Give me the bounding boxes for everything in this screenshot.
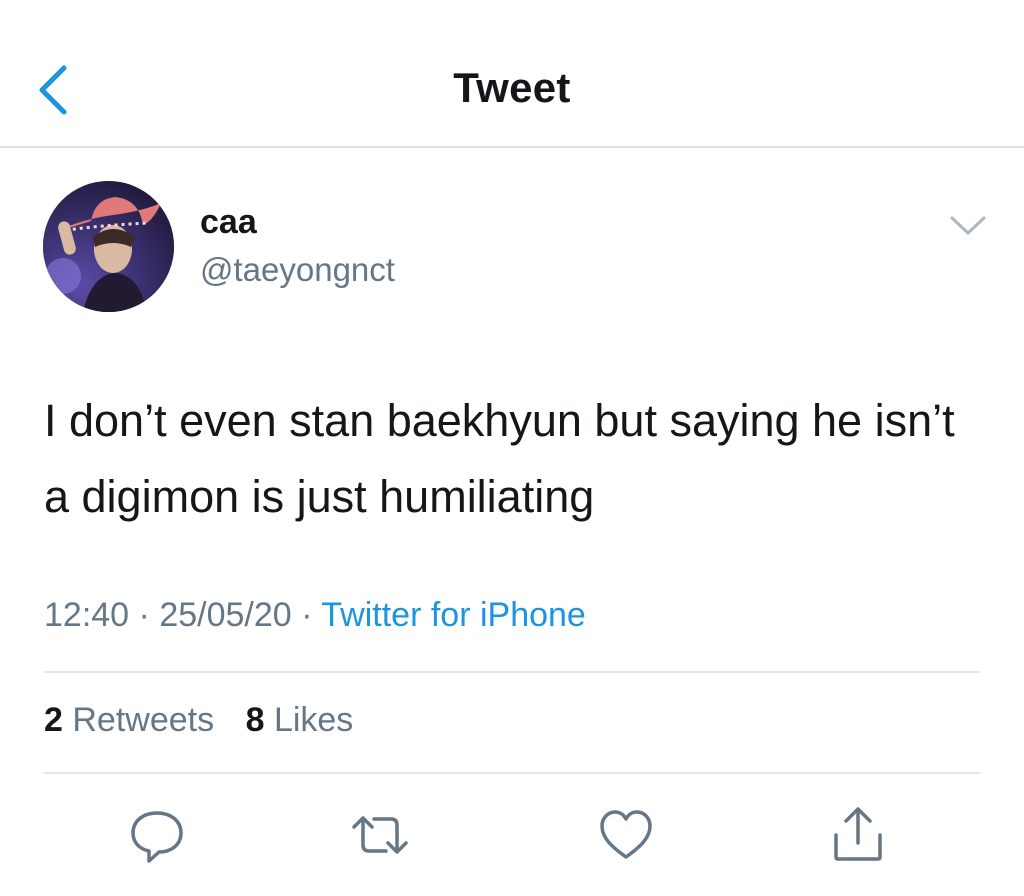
likes-label: Likes <box>273 701 354 739</box>
retweets-count: 2 <box>44 701 63 739</box>
tweet-time: 12:40 <box>44 596 130 634</box>
author-handle[interactable]: @taeyongnct <box>200 251 395 289</box>
tweet-meta: 12:40 · 25/05/20 · Twitter for iPhone <box>44 596 586 635</box>
likes-count: 8 <box>245 701 265 739</box>
share-icon[interactable] <box>828 805 888 865</box>
page-title: Tweet <box>453 64 571 111</box>
retweets-label: Retweets <box>72 701 215 739</box>
divider <box>44 671 980 673</box>
meta-separator: · <box>129 596 160 634</box>
header-bar: Tweet <box>0 0 1024 148</box>
retweet-icon[interactable] <box>350 805 410 865</box>
meta-separator: · <box>291 596 322 634</box>
tweet-text: I don’t even stan baekhyun but saying he… <box>44 395 955 522</box>
avatar[interactable] <box>43 181 174 312</box>
tweet-source-link[interactable]: Twitter for iPhone <box>321 596 586 634</box>
reply-icon[interactable] <box>127 805 187 865</box>
retweets-stat[interactable]: 2 Retweets <box>44 701 214 739</box>
likes-stat[interactable]: 8 Likes <box>246 701 354 739</box>
author-name[interactable]: caa <box>200 203 257 242</box>
tweet-date: 25/05/20 <box>159 596 292 634</box>
like-icon[interactable] <box>596 805 656 865</box>
tweet-stats: 2 Retweets 8 Likes <box>44 701 375 740</box>
chevron-down-icon[interactable] <box>948 213 988 239</box>
divider <box>44 772 980 774</box>
